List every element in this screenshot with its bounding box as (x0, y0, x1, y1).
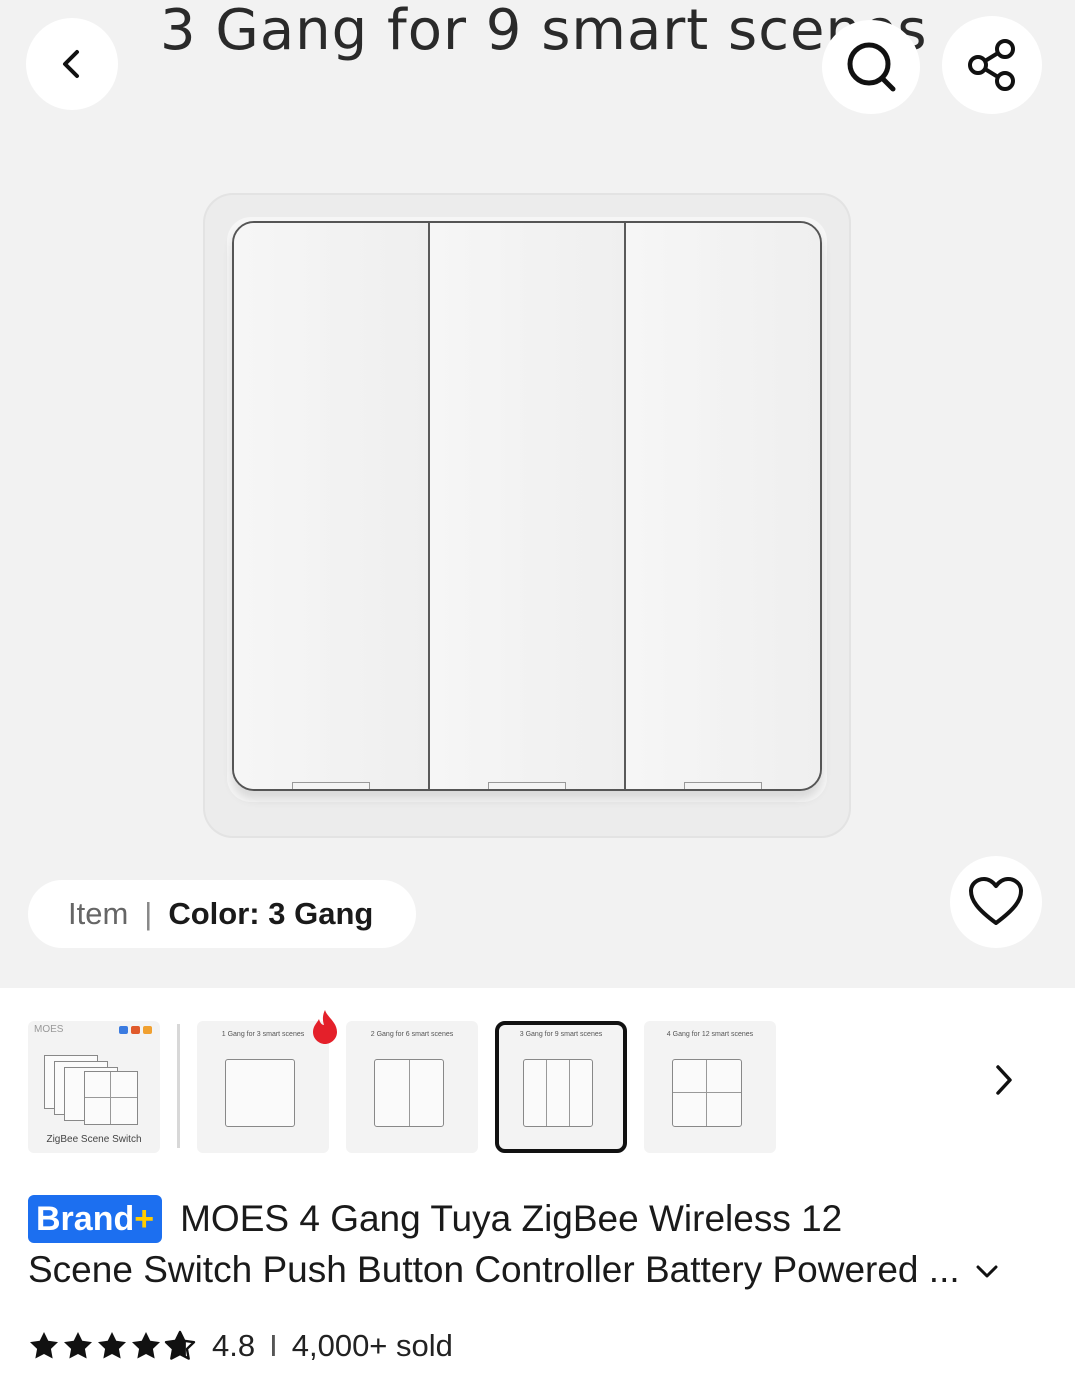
image-caption: 3 Gang for 9 smart scenes (160, 0, 928, 63)
chevron-left-icon (63, 50, 79, 78)
thumbnail-package[interactable]: MOES ZigBee Scene Switch (28, 1021, 160, 1153)
thumbnail-switch (523, 1059, 593, 1127)
chevron-right-icon (996, 1065, 1012, 1095)
thumbnail-caption: 4 Gang for 12 smart scenes (666, 1031, 754, 1038)
chip-item-label: Item (68, 896, 129, 931)
star-icon (64, 1332, 92, 1359)
star-half-icon (164, 1330, 196, 1360)
thumbnail-2-gang[interactable]: 2 Gang for 6 smart scenes (346, 1021, 478, 1153)
thumbnail-switch (672, 1059, 742, 1127)
certification-badges (119, 1026, 152, 1034)
flame-icon (313, 1010, 337, 1044)
chevron-down-icon[interactable] (974, 1262, 1000, 1282)
back-button[interactable] (26, 18, 118, 110)
heart-icon (969, 877, 1023, 925)
thumbnail-switch (225, 1059, 295, 1127)
chip-variant-value: Color: 3 Gang (168, 896, 374, 931)
sold-count: 4,000+ sold (291, 1328, 453, 1363)
share-button[interactable] (942, 16, 1042, 114)
favorite-button[interactable] (950, 856, 1042, 948)
thumbnail-divider (177, 1024, 180, 1148)
switch-gang (626, 223, 820, 789)
share-icon (968, 39, 1015, 91)
rating-score: 4.8 (212, 1328, 256, 1363)
switch-gang (234, 223, 430, 789)
title-line-2: Scene Switch Push Button Controller Batt… (28, 1249, 960, 1290)
star-icon (98, 1332, 126, 1359)
star-icon (30, 1332, 58, 1359)
thumbnail-caption: 3 Gang for 9 smart scenes (519, 1031, 603, 1038)
thumbnail-4-gang[interactable]: 4 Gang for 12 smart scenes (644, 1021, 776, 1153)
variant-chip[interactable]: Item | Color: 3 Gang (28, 880, 416, 948)
brand-plus-badge: Brand+ (28, 1195, 163, 1243)
title-line-1: MOES 4 Gang Tuya ZigBee Wireless 12 (180, 1198, 843, 1239)
product-image-gallery[interactable]: 3 Gang for 9 smart scenes Item | Color: … (0, 0, 1075, 988)
moes-logo: MOES (34, 1024, 64, 1035)
star-rating (28, 1330, 196, 1362)
rating-separator: I (269, 1328, 278, 1363)
thumbnail-next-button[interactable] (984, 1060, 1024, 1100)
thumbnail-strip: MOES ZigBee Scene Switch 1 Gang for 3 sm… (0, 1010, 1075, 1158)
thumbnail-caption: ZigBee Scene Switch (46, 1134, 142, 1145)
search-button[interactable] (822, 20, 920, 114)
search-icon (847, 42, 896, 92)
thumbnail-caption: 2 Gang for 6 smart scenes (370, 1031, 454, 1038)
chip-separator: | (144, 896, 153, 931)
product-title[interactable]: Brand+ MOES 4 Gang Tuya ZigBee Wireless 1… (28, 1193, 1048, 1295)
rating-row[interactable]: 4.8 I 4,000+ sold (28, 1324, 453, 1368)
switch-gang (430, 223, 626, 789)
thumbnail-3-gang-selected[interactable]: 3 Gang for 9 smart scenes (495, 1021, 627, 1153)
switch-panel (232, 221, 822, 791)
star-icon (132, 1332, 160, 1359)
thumbnail-switch (374, 1059, 444, 1127)
